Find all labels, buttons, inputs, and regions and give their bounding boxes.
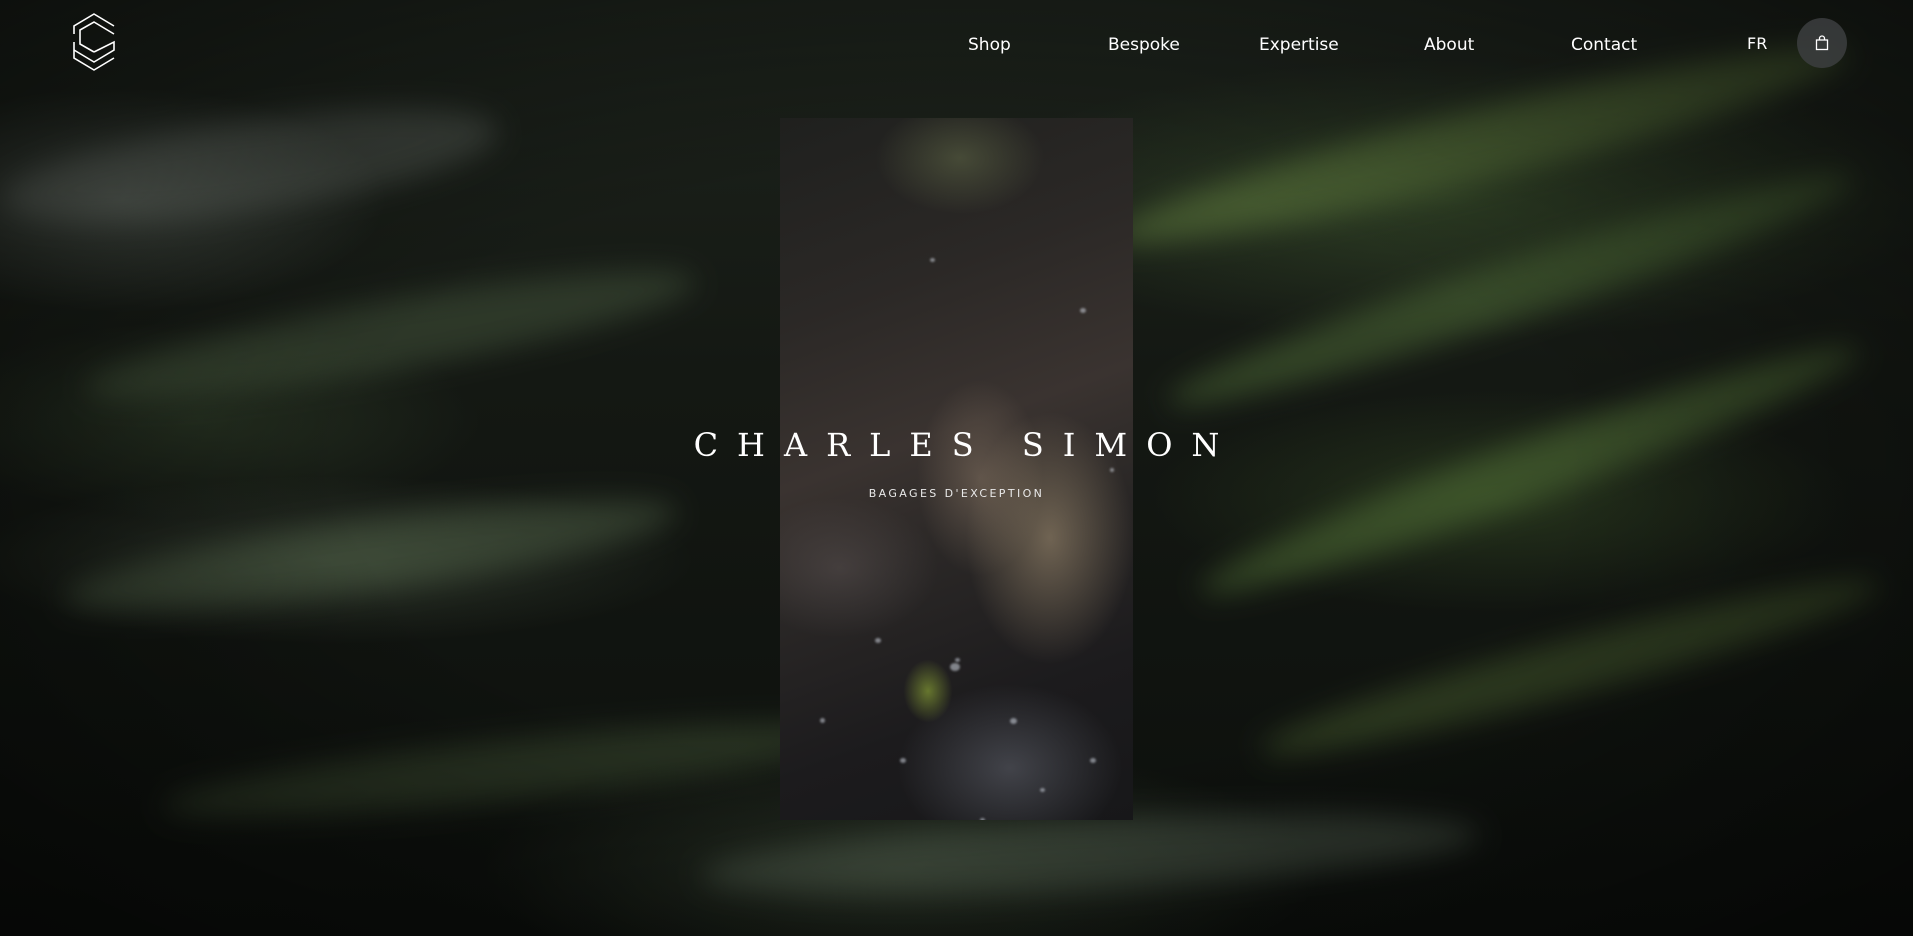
rock-speck [900, 758, 906, 763]
brand-tagline: BAGAGES D'EXCEPTION [868, 487, 1045, 500]
main-nav: Shop Bespoke Expertise About Contact [0, 34, 1913, 58]
rock-speck [930, 258, 935, 262]
rock-speck [950, 663, 960, 671]
rock-speck [1040, 788, 1045, 792]
nav-item-bespoke[interactable]: Bespoke [1108, 34, 1180, 56]
moss-ridge [0, 85, 504, 245]
rock-speck [980, 818, 985, 820]
nav-item-shop[interactable]: Shop [968, 34, 1011, 56]
rock-speck [1010, 718, 1017, 724]
moss-ridge [1253, 558, 1887, 777]
rock-speck [1110, 468, 1114, 472]
nav-item-contact[interactable]: Contact [1571, 34, 1637, 56]
nav-item-about[interactable]: About [1424, 34, 1474, 56]
rock-speck [820, 718, 825, 723]
language-switch[interactable]: FR [1747, 33, 1767, 55]
rock-speck [1090, 758, 1096, 763]
nav-item-expertise[interactable]: Expertise [1259, 34, 1339, 56]
rock-speck [1080, 308, 1086, 313]
moss-ridge [78, 246, 702, 424]
page: Shop Bespoke Expertise About Contact FR … [0, 0, 1913, 936]
moss-ridge [1190, 322, 1870, 618]
cart-button[interactable] [1797, 18, 1847, 68]
hero-image-panel [780, 118, 1133, 820]
rock-speck [955, 658, 960, 662]
shopping-bag-icon [1815, 35, 1829, 51]
moss-ridge [1158, 150, 1862, 430]
moss-ridge [158, 703, 862, 837]
brand-title: CHARLES SIMON [693, 426, 1239, 464]
rock-speck [875, 638, 881, 643]
